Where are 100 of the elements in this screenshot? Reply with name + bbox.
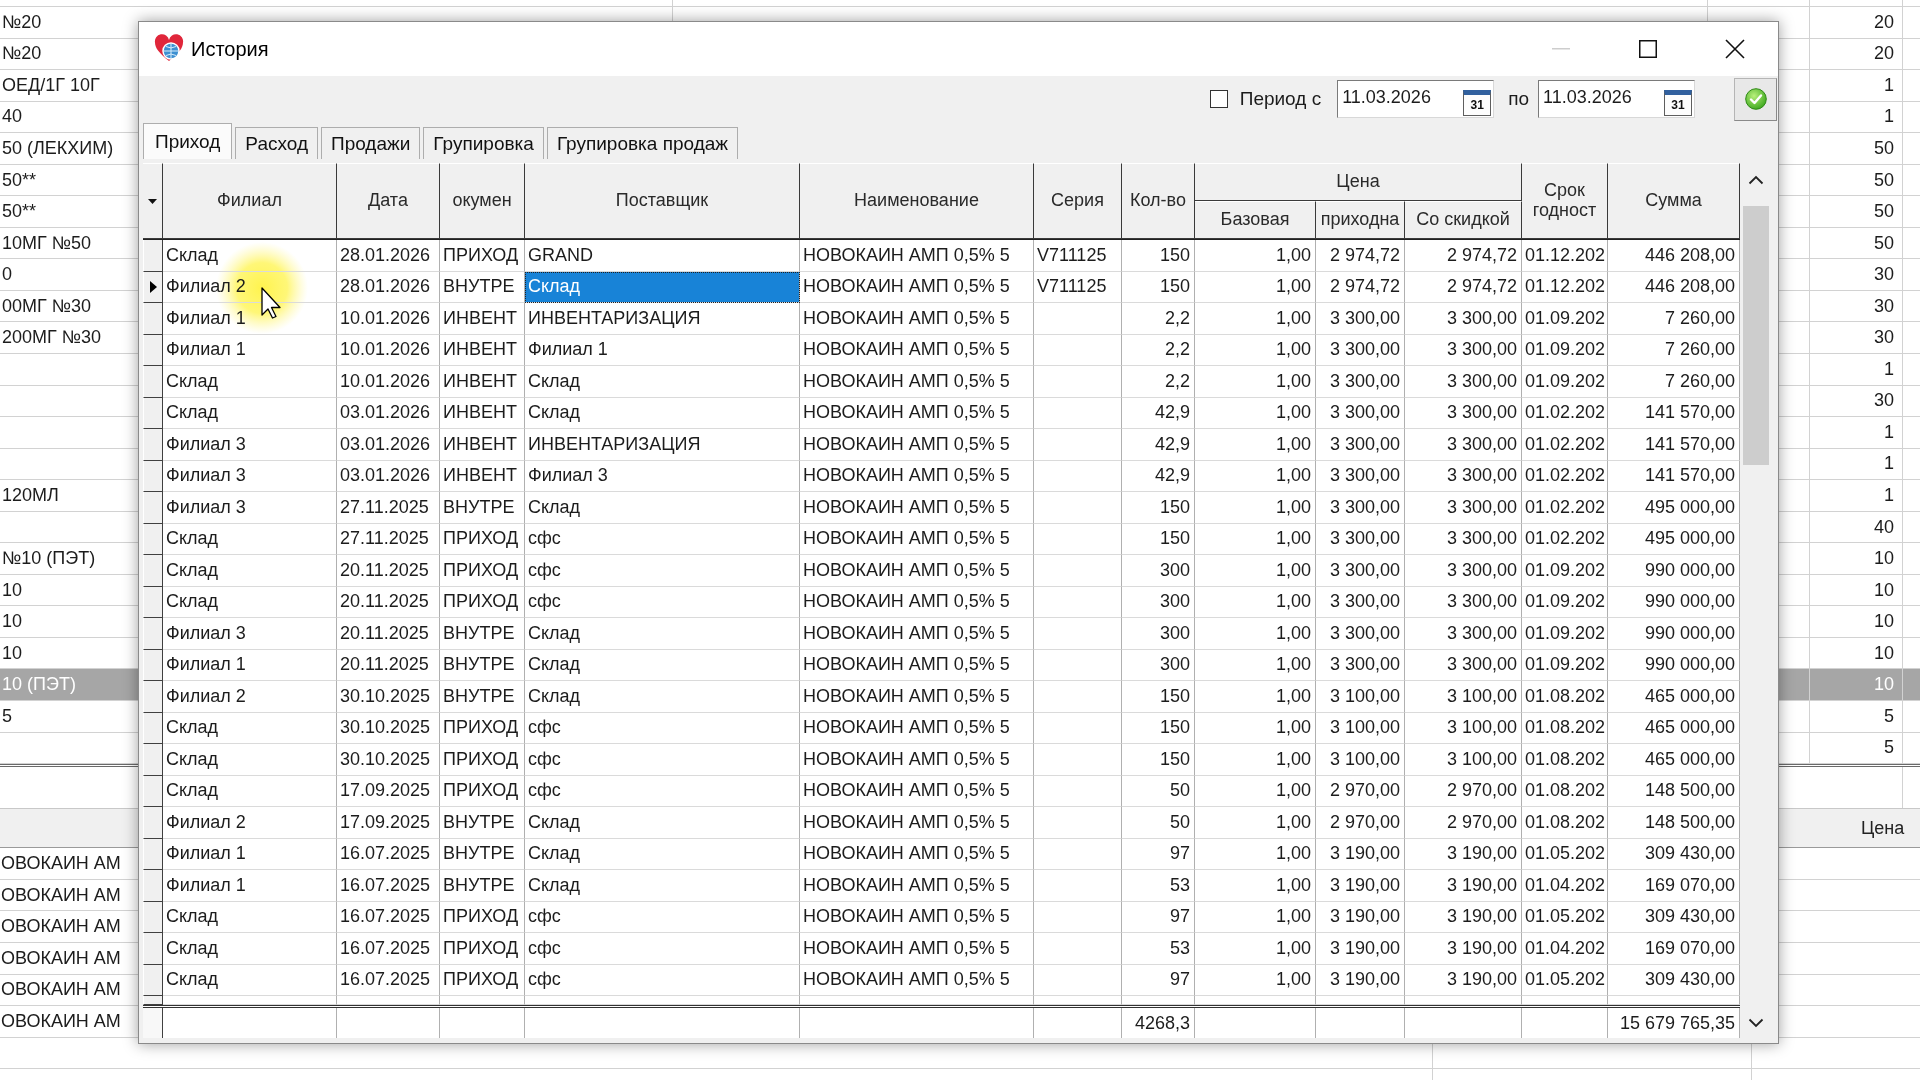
table-cell: Филиал 1 xyxy=(525,334,800,366)
row-header[interactable] xyxy=(143,649,163,681)
table-cell: НОВОКАИН АМП 0,5% 5 xyxy=(800,492,1034,524)
table-cell: 3 300,00 xyxy=(1316,649,1405,681)
column-header[interactable]: Филиал xyxy=(163,163,337,239)
row-header[interactable] xyxy=(143,901,163,933)
table-cell: 3 300,00 xyxy=(1405,460,1522,492)
table-cell: 01.05.202 xyxy=(1522,901,1608,933)
calendar-button[interactable]: 31 xyxy=(1664,90,1692,116)
row-header[interactable] xyxy=(143,996,163,1005)
calendar-button[interactable]: 31 xyxy=(1463,90,1492,116)
table-cell: 30.10.2025 xyxy=(337,744,440,776)
row-header[interactable] xyxy=(143,712,163,744)
row-header[interactable] xyxy=(143,429,163,461)
column-header[interactable]: Цена xyxy=(1861,817,1905,839)
row-header[interactable] xyxy=(143,523,163,555)
table-cell: 16.07.2025 xyxy=(337,964,440,996)
column-header[interactable]: Поставщик xyxy=(525,163,800,239)
table-cell: 3 300,00 xyxy=(1316,460,1405,492)
table-cell: 28.01.2026 xyxy=(337,240,440,272)
checkbox-label[interactable]: Период с xyxy=(1239,88,1322,110)
column-header[interactable]: приходна xyxy=(1316,201,1405,239)
tab[interactable]: Групировка продаж xyxy=(546,127,739,159)
tab[interactable]: Групировка xyxy=(423,127,544,159)
table-cell: V711125 xyxy=(1034,271,1122,303)
table-cell: 3 190,00 xyxy=(1405,964,1522,996)
row-header[interactable] xyxy=(143,240,163,272)
table-cell: 1,00 xyxy=(1195,303,1316,335)
scrollbar-thumb[interactable] xyxy=(1743,206,1769,465)
column-header[interactable]: Базовая xyxy=(1195,201,1316,239)
table-cell: 3 100,00 xyxy=(1405,712,1522,744)
table-cell: сфс xyxy=(525,964,800,996)
column-header[interactable]: Кол-во xyxy=(1122,163,1195,239)
table-cell: 17.09.2025 xyxy=(337,775,440,807)
table-cell: Склад xyxy=(525,366,800,398)
table-cell: 3 190,00 xyxy=(1405,933,1522,965)
date-field[interactable]: 11.03.2026 31 xyxy=(1337,80,1495,118)
row-header[interactable] xyxy=(143,303,163,335)
row-header[interactable] xyxy=(143,933,163,965)
row-header[interactable] xyxy=(143,744,163,776)
table-cell: НОВОКАИН АМП 0,5% 5 xyxy=(800,303,1034,335)
row-header[interactable] xyxy=(143,334,163,366)
row-header[interactable] xyxy=(143,586,163,618)
table-cell-text: 50** xyxy=(1,200,38,224)
row-header[interactable] xyxy=(143,271,163,303)
row-header[interactable] xyxy=(143,366,163,398)
table-cell: 2 974,72 xyxy=(1405,271,1522,303)
row-header[interactable] xyxy=(143,618,163,650)
apply-button[interactable] xyxy=(1734,77,1777,121)
column-header[interactable]: Срок годност xyxy=(1522,163,1608,239)
table-cell: 1 xyxy=(1810,417,1903,448)
table-cell: Склад xyxy=(525,618,800,650)
table-cell: 30 xyxy=(1810,385,1903,417)
tab[interactable]: Расход xyxy=(235,127,318,159)
row-header[interactable] xyxy=(143,492,163,524)
table-cell: 01.04.202 xyxy=(1522,870,1608,902)
table-cell-text: 00МГ №30 xyxy=(1,294,93,318)
column-header[interactable]: Сумма xyxy=(1608,163,1740,239)
table-cell: 01.09.202 xyxy=(1522,618,1608,650)
row-header[interactable] xyxy=(143,681,163,713)
table-cell: 3 300,00 xyxy=(1405,649,1522,681)
table-cell: 3 300,00 xyxy=(1316,397,1405,429)
caret-down-icon[interactable] xyxy=(148,198,157,204)
tab[interactable]: Продажи xyxy=(321,127,421,159)
row-header[interactable] xyxy=(143,870,163,902)
column-header[interactable]: Серия xyxy=(1034,163,1122,239)
column-header[interactable]: окумен xyxy=(440,163,525,239)
chevron-down-icon[interactable] xyxy=(1748,1018,1764,1028)
table-cell: 2,2 xyxy=(1122,366,1195,398)
row-header[interactable] xyxy=(143,555,163,587)
table-cell-text: ОВОКАИН АМ xyxy=(0,946,122,970)
checkbox[interactable] xyxy=(1209,90,1228,108)
column-header[interactable]: Дата xyxy=(337,163,440,239)
column-header[interactable]: Наименование xyxy=(800,163,1034,239)
table-cell: 01.05.202 xyxy=(1522,964,1608,996)
chevron-up-icon[interactable] xyxy=(1748,175,1764,185)
row-header[interactable] xyxy=(143,775,163,807)
table-cell: 4268,3 xyxy=(1122,1008,1195,1038)
row-header[interactable] xyxy=(143,807,163,839)
table-cell: НОВОКАИН АМП 0,5% 5 xyxy=(800,838,1034,870)
table-cell: Филиал 1 xyxy=(163,838,337,870)
tab[interactable]: Приход xyxy=(143,123,233,159)
table-cell: 10 xyxy=(1810,637,1903,669)
row-header[interactable] xyxy=(143,460,163,492)
table-cell: 1,00 xyxy=(1195,429,1316,461)
table-cell: 3 300,00 xyxy=(1316,618,1405,650)
table-cell: Склад xyxy=(163,523,337,555)
row-header[interactable] xyxy=(143,397,163,429)
row-header[interactable] xyxy=(143,838,163,870)
table-cell: 01.09.202 xyxy=(1522,555,1608,587)
table-cell: 10.01.2026 xyxy=(337,334,440,366)
date-field[interactable]: 11.03.2026 31 xyxy=(1538,80,1695,118)
table-cell: 1,00 xyxy=(1195,523,1316,555)
table-cell: НОВОКАИН АМП 0,5% 5 xyxy=(800,429,1034,461)
table-cell-text: ОВОКАИН АМ xyxy=(0,1009,122,1033)
column-header[interactable]: Со скидкой xyxy=(1405,201,1522,239)
table-cell: 3 100,00 xyxy=(1316,712,1405,744)
table-cell: сфс xyxy=(525,555,800,587)
table-cell: 03.01.2026 xyxy=(337,397,440,429)
row-header[interactable] xyxy=(143,964,163,996)
